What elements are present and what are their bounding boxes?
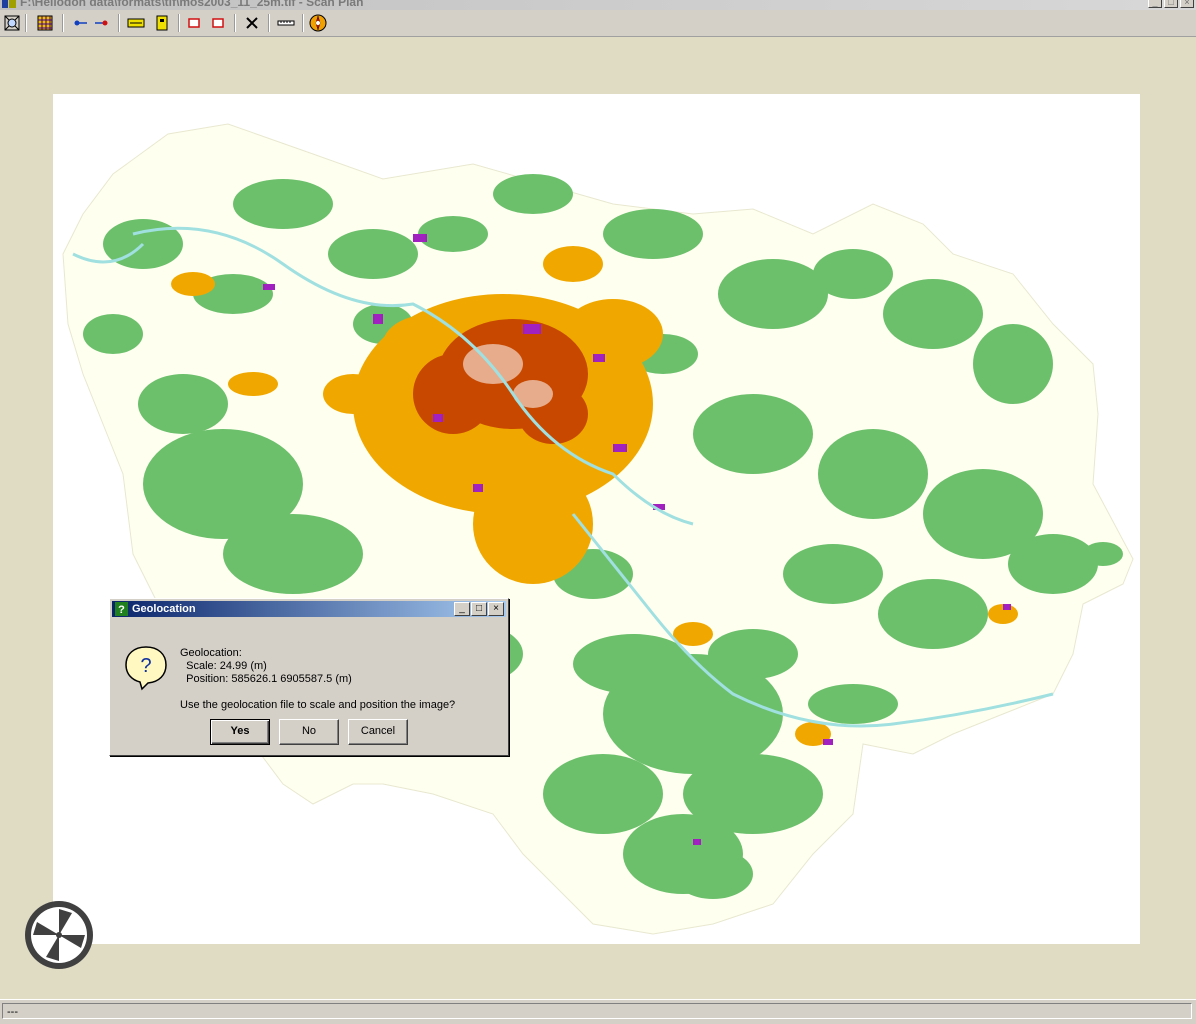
status-text: --- xyxy=(2,1003,1192,1019)
scale-vertical-icon[interactable] xyxy=(152,13,172,33)
north-compass-icon[interactable] xyxy=(22,898,96,972)
map-canvas[interactable] xyxy=(53,94,1140,944)
dialog-question: Use the geolocation file to scale and po… xyxy=(180,699,456,711)
rectangle-icon[interactable] xyxy=(184,13,204,33)
dialog-message: Geolocation: Scale: 24.99 (m) Position: … xyxy=(180,647,352,686)
geolocation-heading: Geolocation: xyxy=(180,647,242,659)
question-icon: ? xyxy=(115,602,128,616)
svg-text:?: ? xyxy=(140,655,151,677)
land-use-map xyxy=(62,123,1134,935)
app-icon xyxy=(2,0,16,8)
window-titlebar: F:\Heliodon data\formats\tif\mos2003_11_… xyxy=(0,0,1196,10)
compass-icon[interactable] xyxy=(308,13,328,33)
maximize-icon[interactable]: □ xyxy=(1164,0,1178,8)
status-bar: --- xyxy=(0,999,1196,1024)
dialog-title: Geolocation xyxy=(132,603,196,615)
geolocation-dialog: ? Geolocation _ □ × ? Geolocation: Scale… xyxy=(109,598,509,756)
rectangle-red-icon[interactable] xyxy=(208,13,228,33)
point-end-icon[interactable] xyxy=(92,13,112,33)
dialog-close-icon[interactable]: × xyxy=(488,602,504,616)
close-icon[interactable]: × xyxy=(1180,0,1194,8)
point-start-icon[interactable] xyxy=(70,13,90,33)
question-balloon-icon: ? xyxy=(125,646,167,691)
no-button[interactable]: No xyxy=(279,719,339,745)
dialog-minimize-icon[interactable]: _ xyxy=(454,602,470,616)
dialog-titlebar[interactable]: ? Geolocation _ □ × xyxy=(112,601,506,617)
scale-bar-icon[interactable] xyxy=(126,13,146,33)
position-line: Position: 585626.1 6905587.5 (m) xyxy=(180,673,352,685)
cancel-button[interactable]: Cancel xyxy=(348,719,408,745)
zoom-extents-icon[interactable] xyxy=(2,13,22,33)
grid-icon[interactable] xyxy=(35,13,55,33)
yes-button[interactable]: Yes xyxy=(210,719,270,745)
ruler-icon[interactable] xyxy=(276,13,296,33)
dialog-maximize-icon[interactable]: □ xyxy=(471,602,487,616)
svg-text:?: ? xyxy=(118,604,125,616)
scale-line: Scale: 24.99 (m) xyxy=(180,660,267,672)
minimize-icon[interactable]: _ xyxy=(1148,0,1162,8)
toolbar xyxy=(0,10,1196,37)
window-title: F:\Heliodon data\formats\tif\mos2003_11_… xyxy=(20,0,364,9)
close-x-icon[interactable] xyxy=(242,13,262,33)
